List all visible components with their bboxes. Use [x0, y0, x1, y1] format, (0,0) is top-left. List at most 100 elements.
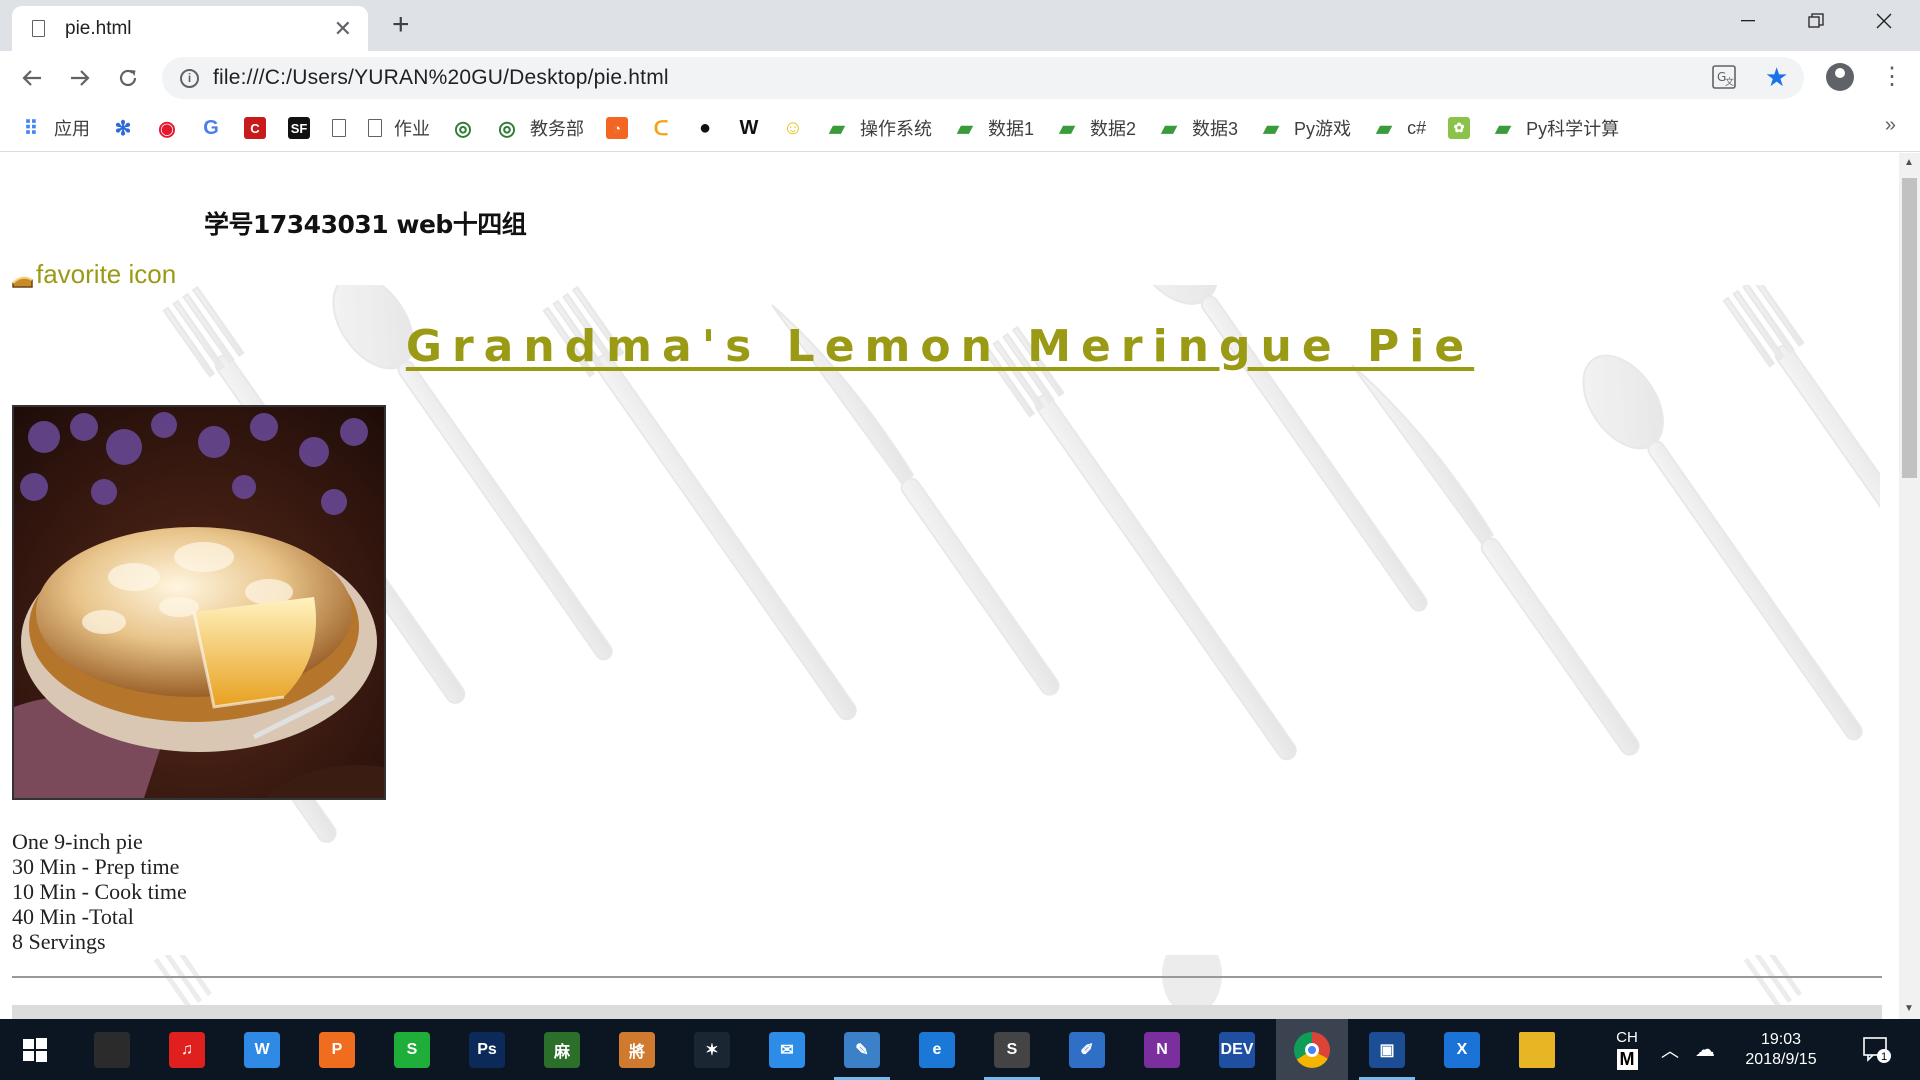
tab-strip: pie.html ✕ +	[0, 0, 1920, 51]
mail-icon: ✉	[769, 1031, 805, 1068]
close-window-button[interactable]	[1850, 0, 1918, 42]
wps-spreadsheet-icon: S	[394, 1031, 430, 1068]
netease-music-icon: ♫	[169, 1031, 205, 1068]
page-icon	[332, 119, 346, 137]
reload-button[interactable]	[110, 61, 146, 95]
mail-app[interactable]: ✉	[751, 1019, 823, 1080]
wps-presentation-app[interactable]: P	[301, 1019, 373, 1080]
edge-app[interactable]: e	[901, 1019, 973, 1080]
ime-indicator[interactable]: CH M	[1612, 1019, 1642, 1080]
orange-app-icon: ◔	[606, 117, 628, 139]
chess-app[interactable]: 將	[601, 1019, 673, 1080]
game-app[interactable]: 麻	[526, 1019, 598, 1080]
bookmark-item[interactable]: ▰ 数据2	[1056, 115, 1136, 141]
restore-button[interactable]	[1782, 0, 1850, 42]
bookmark-item[interactable]: ▰ 数据1	[954, 115, 1034, 141]
bookmark-item[interactable]: ▰ 数据3	[1158, 115, 1238, 141]
tab-pie-html[interactable]: pie.html ✕	[12, 6, 368, 51]
bookmark-item[interactable]: W	[738, 117, 760, 139]
scroll-up-arrow-icon[interactable]: ▲	[1904, 157, 1914, 168]
weibo-icon: ◉	[158, 117, 176, 140]
action-center-button[interactable]: 1	[1852, 1019, 1902, 1080]
new-tab-button[interactable]: +	[392, 8, 410, 42]
file-explorer-app[interactable]	[1501, 1019, 1573, 1080]
page-scrollbar[interactable]: ▲ ▼	[1899, 153, 1920, 1019]
netease-music-app[interactable]: ♫	[151, 1019, 223, 1080]
wps-writer-app[interactable]: W	[226, 1019, 298, 1080]
bookmark-item[interactable]: ◎	[452, 117, 474, 140]
clock[interactable]: 19:03 2018/9/15	[1726, 1019, 1836, 1080]
bookmark-item[interactable]: ▰ Py科学计算	[1492, 115, 1619, 141]
bookmark-item[interactable]: G	[200, 117, 222, 139]
student-id-line: 学号17343031 web十四组	[204, 210, 527, 239]
site-info-icon[interactable]: i	[180, 68, 199, 88]
recipe-title-link[interactable]: Grandma's Lemon Meringue Pie	[406, 321, 1474, 372]
photos-app[interactable]: ▣	[1351, 1019, 1423, 1080]
bookmark-item[interactable]: ▰ Py游戏	[1260, 115, 1351, 141]
address-bar[interactable]: i file:///C:/Users/YURAN%20GU/Desktop/pi…	[162, 57, 1804, 99]
devcpp-app[interactable]: DEV	[1201, 1019, 1273, 1080]
forward-button[interactable]	[62, 61, 98, 95]
edge-icon: e	[919, 1031, 955, 1068]
info-total-time: 40 Min -Total	[12, 904, 134, 929]
tray-expand-chevron-icon[interactable]: ︿	[1658, 1019, 1682, 1080]
menu-kebab-icon[interactable]: ⋮	[1880, 62, 1904, 92]
photoshop-icon: Ps	[469, 1031, 505, 1068]
bookmark-item[interactable]: ✿	[1448, 117, 1471, 139]
start-button[interactable]	[0, 1019, 70, 1080]
ime-language: CH	[1616, 1029, 1638, 1046]
bookmark-item[interactable]: ✻	[112, 117, 134, 140]
bookmark-label: 作业	[394, 119, 430, 139]
bookmark-item[interactable]: SF	[288, 117, 310, 139]
info-yield: One 9-inch pie	[12, 829, 143, 854]
bookmark-item[interactable]: 作业	[368, 115, 430, 141]
info-prep-time: 30 Min - Prep time	[12, 854, 180, 879]
bookmark-item[interactable]: ●	[694, 117, 716, 139]
bookmark-label: 操作系统	[860, 119, 932, 139]
more-bookmarks-chevron-icon[interactable]: »	[1885, 114, 1896, 137]
terminal-app[interactable]	[76, 1019, 148, 1080]
scrollbar-thumb[interactable]	[1902, 178, 1917, 478]
bookmark-item[interactable]: ᑕ	[650, 117, 672, 140]
chrome-app[interactable]	[1276, 1019, 1348, 1080]
onenote-app[interactable]: N	[1126, 1019, 1198, 1080]
minimize-button[interactable]	[1714, 0, 1782, 42]
bookmark-label: 数据1	[988, 119, 1035, 139]
leetcode-icon: ᑕ	[653, 117, 669, 140]
favicon-link[interactable]: favorite icon	[12, 259, 176, 290]
starcraft-app[interactable]: ✶	[676, 1019, 748, 1080]
bookmark-item[interactable]	[332, 119, 346, 137]
back-button[interactable]	[14, 61, 50, 95]
photoshop-app[interactable]: Ps	[451, 1019, 523, 1080]
translate-icon[interactable]: G文	[1712, 65, 1736, 95]
smiley-icon: ☺	[782, 116, 804, 139]
wps-spreadsheet-app[interactable]: S	[376, 1019, 448, 1080]
bookmark-item[interactable]: ☺	[782, 117, 804, 139]
sublime-app[interactable]: S	[976, 1019, 1048, 1080]
forward-arrow-icon	[71, 70, 90, 86]
windows-logo-icon	[23, 1037, 47, 1062]
xshell-app[interactable]: X	[1426, 1019, 1498, 1080]
bookmark-item[interactable]: ⠿ 应用	[20, 115, 90, 141]
back-arrow-icon	[22, 70, 41, 86]
bookmark-folder-icon: ▰	[1263, 117, 1279, 140]
close-tab-icon[interactable]: ✕	[334, 17, 352, 40]
bookmark-item[interactable]: ◎ 教务部	[496, 115, 584, 141]
game-icon: 麻	[544, 1031, 580, 1068]
csdn-icon: C	[244, 117, 266, 139]
bookmark-folder-icon: ▰	[1161, 117, 1177, 140]
paint-app[interactable]: ✎	[826, 1019, 898, 1080]
bookmark-label: Py游戏	[1294, 119, 1352, 139]
bookmark-item[interactable]: ▰ c#	[1373, 117, 1426, 140]
bookmark-star-icon[interactable]: ★	[1765, 62, 1788, 93]
github-icon: ●	[698, 116, 712, 139]
scroll-down-arrow-icon[interactable]: ▼	[1904, 1003, 1914, 1014]
notes-app[interactable]: ✐	[1051, 1019, 1123, 1080]
bookmark-item[interactable]: ▰ 操作系统	[826, 115, 932, 141]
bookmark-item[interactable]: ◉	[156, 117, 178, 140]
pie-slice-icon	[12, 276, 33, 288]
onedrive-cloud-icon[interactable]: ☁	[1690, 1019, 1720, 1080]
bookmark-item[interactable]: ◔	[606, 117, 628, 139]
profile-avatar-icon[interactable]	[1826, 63, 1854, 91]
bookmark-item[interactable]: C	[244, 117, 266, 139]
